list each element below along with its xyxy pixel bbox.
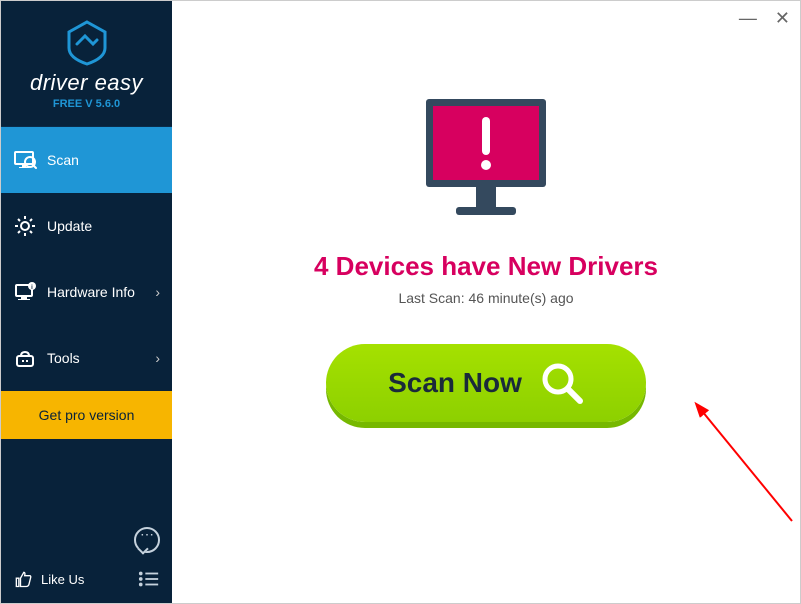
app-name: driver easy (30, 70, 143, 96)
thumbs-up-icon (13, 569, 33, 589)
monitor-alert-icon (411, 91, 561, 231)
scan-now-label: Scan Now (388, 367, 522, 399)
sidebar-item-update[interactable]: Update (1, 193, 172, 259)
sidebar-item-label: Update (47, 218, 160, 234)
app-logo-icon (63, 18, 111, 66)
chevron-right-icon: › (155, 284, 160, 300)
sidebar-item-label: Hardware Info (47, 284, 155, 300)
chevron-right-icon: › (155, 350, 160, 366)
menu-list-icon[interactable] (138, 570, 160, 588)
scan-icon (13, 148, 37, 172)
sidebar-item-label: Tools (47, 350, 155, 366)
get-pro-button[interactable]: Get pro version (1, 391, 172, 439)
update-gear-icon (13, 214, 37, 238)
like-us-label: Like Us (41, 572, 84, 587)
tools-icon (13, 346, 37, 370)
get-pro-label: Get pro version (39, 407, 135, 423)
main-content: 4 Devices have New Drivers Last Scan: 46… (172, 91, 800, 422)
logo-area: driver easy FREE V 5.6.0 (1, 1, 172, 127)
sidebar-nav: Scan Update (1, 127, 172, 439)
sidebar: driver easy FREE V 5.6.0 Scan (1, 1, 172, 603)
last-scan-text: Last Scan: 46 minute(s) ago (398, 290, 573, 306)
sidebar-item-label: Scan (47, 152, 160, 168)
sidebar-bottom: Like Us (1, 517, 172, 603)
app-version: FREE V 5.6.0 (53, 98, 120, 110)
window-controls: — ✕ (739, 9, 790, 27)
sidebar-item-hardware-info[interactable]: i Hardware Info › (1, 259, 172, 325)
minimize-button[interactable]: — (739, 9, 757, 27)
headline-text: 4 Devices have New Drivers (314, 251, 658, 282)
hardware-info-icon: i (13, 280, 37, 304)
main-panel: — ✕ 4 Devices have New Drivers Last Scan… (172, 1, 800, 603)
search-icon (540, 361, 584, 405)
sidebar-item-scan[interactable]: Scan (1, 127, 172, 193)
sidebar-item-tools[interactable]: Tools › (1, 325, 172, 391)
feedback-icon[interactable] (134, 527, 160, 553)
close-button[interactable]: ✕ (775, 9, 790, 27)
like-us-button[interactable]: Like Us (13, 569, 84, 589)
scan-now-button[interactable]: Scan Now (326, 344, 646, 422)
